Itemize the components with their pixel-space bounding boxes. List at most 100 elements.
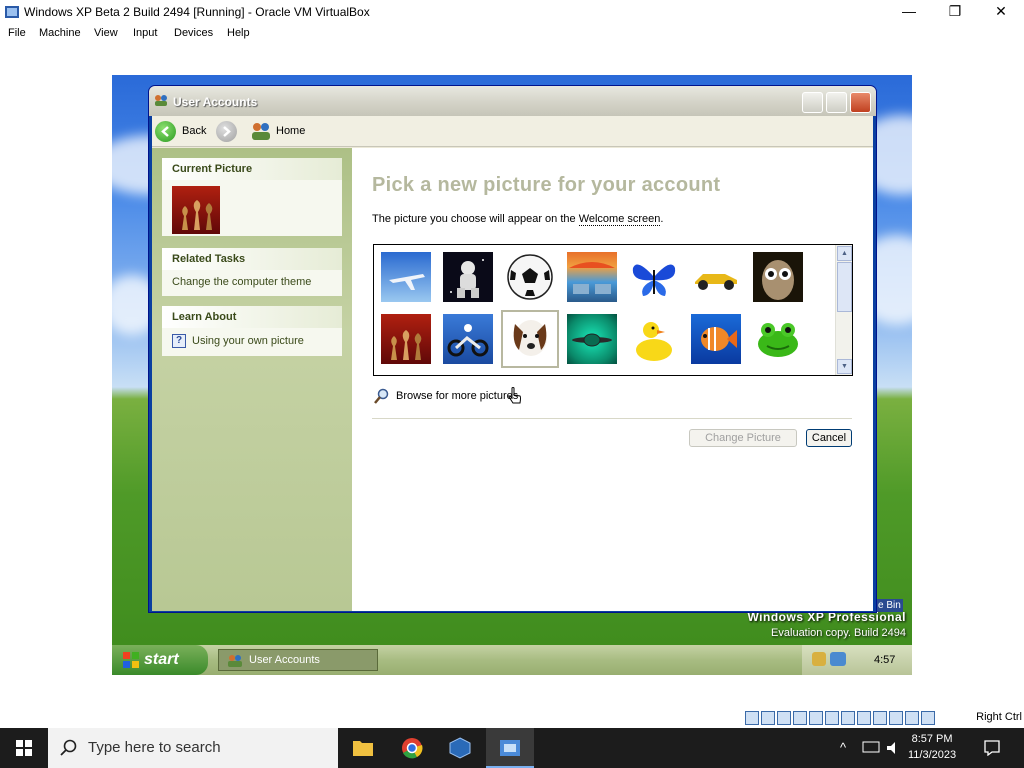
current-picture-thumbnail bbox=[172, 186, 220, 234]
learn-about-panel: Learn About ? Using your own picture bbox=[162, 306, 342, 356]
user-accounts-icon bbox=[155, 95, 167, 106]
own-picture-link[interactable]: ? Using your own picture bbox=[162, 328, 342, 354]
tray-chevron-icon[interactable]: ^ bbox=[840, 740, 846, 755]
menu-devices[interactable]: Devices bbox=[174, 27, 213, 39]
picture-chess[interactable] bbox=[381, 314, 431, 364]
window-body: Back Home Current Picture Related Tasks … bbox=[152, 116, 873, 611]
own-picture-label: Using your own picture bbox=[192, 335, 304, 347]
xp-build: Evaluation copy. Build 2494 bbox=[771, 627, 906, 639]
scroll-up-button[interactable]: ▲ bbox=[837, 246, 852, 261]
vm-window-taskbar-icon[interactable] bbox=[486, 728, 534, 768]
taskbar-search-box[interactable]: Type here to search bbox=[48, 728, 338, 768]
floppy-icon[interactable] bbox=[777, 711, 791, 725]
users-icon bbox=[252, 123, 270, 140]
tray-key-icon[interactable] bbox=[812, 652, 826, 666]
forward-button[interactable] bbox=[216, 120, 243, 142]
vbox-statusbar: Right Ctrl bbox=[745, 708, 1024, 728]
menu-view[interactable]: View bbox=[94, 27, 118, 39]
current-picture-header: Current Picture bbox=[162, 158, 342, 180]
windows-flag-icon bbox=[123, 652, 139, 668]
xp-minimize-button[interactable] bbox=[802, 92, 823, 113]
close-button[interactable]: ✕ bbox=[978, 0, 1024, 24]
file-explorer-icon[interactable] bbox=[338, 728, 386, 768]
picture-butterfly[interactable] bbox=[629, 252, 679, 302]
shared-folders-icon[interactable] bbox=[841, 711, 855, 725]
related-tasks-header: Related Tasks bbox=[162, 248, 342, 270]
picture-dirt-bike[interactable] bbox=[443, 314, 493, 364]
picture-beach-chairs[interactable] bbox=[567, 252, 617, 302]
picture-dog[interactable] bbox=[501, 310, 559, 368]
picture-astronaut[interactable] bbox=[443, 252, 493, 302]
window-titlebar[interactable]: User Accounts bbox=[149, 86, 876, 116]
network-icon[interactable] bbox=[862, 741, 880, 755]
chrome-icon[interactable] bbox=[388, 728, 436, 768]
menu-input[interactable]: Input bbox=[133, 27, 157, 39]
host-clock[interactable]: 8:57 PM 11/3/2023 bbox=[908, 731, 956, 763]
virtualbox-app-icon[interactable] bbox=[436, 728, 484, 768]
scroll-down-button[interactable]: ▼ bbox=[837, 359, 852, 374]
window-title: User Accounts bbox=[173, 95, 258, 109]
browse-pictures-link[interactable]: Browse for more pictures bbox=[374, 388, 518, 404]
network-icon[interactable] bbox=[809, 711, 823, 725]
taskbar-task-label: User Accounts bbox=[249, 654, 320, 666]
picture-owl[interactable] bbox=[753, 252, 803, 302]
picture-soccer-ball[interactable] bbox=[505, 252, 555, 302]
menu-file[interactable]: File bbox=[8, 27, 26, 39]
maximize-button[interactable]: ❐ bbox=[932, 0, 978, 24]
hdd-icon[interactable] bbox=[745, 711, 759, 725]
picture-list[interactable]: ▲ ▼ bbox=[373, 244, 853, 376]
welcome-screen-link[interactable]: Welcome screen bbox=[578, 213, 661, 226]
taskbar-user-accounts[interactable]: User Accounts bbox=[218, 649, 378, 671]
virtualbox-icon bbox=[5, 6, 19, 18]
picture-airplane[interactable] bbox=[381, 252, 431, 302]
xp-close-button[interactable] bbox=[850, 92, 871, 113]
back-button[interactable]: Back bbox=[155, 120, 206, 142]
change-theme-link[interactable]: Change the computer theme bbox=[162, 270, 342, 294]
help-icon: ? bbox=[172, 334, 186, 348]
audio-icon[interactable] bbox=[793, 711, 807, 725]
picture-list-scrollbar[interactable]: ▲ ▼ bbox=[835, 245, 852, 375]
usb-icon[interactable] bbox=[825, 711, 839, 725]
vm-screen[interactable]: e Bin Windows XP Professional Evaluation… bbox=[112, 75, 912, 675]
main-content: Pick a new picture for your account The … bbox=[352, 148, 873, 611]
xp-clock[interactable]: 4:57 PM bbox=[874, 654, 895, 675]
keyboard-icon[interactable] bbox=[921, 711, 935, 725]
learn-about-header: Learn About bbox=[162, 306, 342, 328]
forward-arrow-icon bbox=[216, 120, 237, 142]
optical-drive-icon[interactable] bbox=[761, 711, 775, 725]
browse-label: Browse for more pictures bbox=[396, 390, 519, 402]
start-button[interactable]: start bbox=[112, 645, 208, 675]
picture-frog[interactable] bbox=[753, 314, 803, 364]
picture-race-car[interactable] bbox=[691, 252, 741, 302]
windows-start-icon[interactable] bbox=[16, 740, 32, 756]
tray-users-icon[interactable] bbox=[830, 652, 846, 666]
back-arrow-icon bbox=[155, 120, 176, 142]
display-icon[interactable] bbox=[857, 711, 871, 725]
magnifier-icon bbox=[374, 388, 389, 404]
current-picture-panel: Current Picture bbox=[162, 158, 342, 236]
navigation-bar: Back Home bbox=[152, 116, 873, 147]
notifications-icon[interactable] bbox=[984, 740, 1000, 756]
scroll-thumb[interactable] bbox=[837, 262, 852, 312]
change-picture-button[interactable]: Change Picture bbox=[689, 429, 797, 447]
picture-fish[interactable] bbox=[691, 314, 741, 364]
picture-duck[interactable] bbox=[629, 314, 679, 364]
minimize-button[interactable]: — bbox=[886, 0, 932, 24]
volume-muted-icon[interactable] bbox=[886, 741, 902, 755]
back-label: Back bbox=[182, 125, 207, 137]
home-button[interactable]: Home bbox=[250, 120, 305, 142]
menu-machine[interactable]: Machine bbox=[39, 27, 81, 39]
host-time: 8:57 PM bbox=[911, 733, 953, 745]
xp-maximize-button[interactable] bbox=[826, 92, 847, 113]
menu-help[interactable]: Help bbox=[227, 27, 250, 39]
picture-drip[interactable] bbox=[567, 314, 617, 364]
search-icon bbox=[60, 739, 77, 756]
cpu-icon[interactable] bbox=[889, 711, 903, 725]
vbox-titlebar: Windows XP Beta 2 Build 2494 [Running] -… bbox=[0, 0, 1024, 24]
xp-system-tray: 4:57 PM bbox=[802, 645, 912, 675]
vbox-menubar: File Machine View Input Devices Help bbox=[0, 24, 1024, 44]
recording-icon[interactable] bbox=[873, 711, 887, 725]
host-taskbar: Type here to search ^ 8:57 PM 11/3/2023 bbox=[0, 728, 1024, 768]
mouse-integration-icon[interactable] bbox=[905, 711, 919, 725]
cancel-button[interactable]: Cancel bbox=[806, 429, 852, 447]
